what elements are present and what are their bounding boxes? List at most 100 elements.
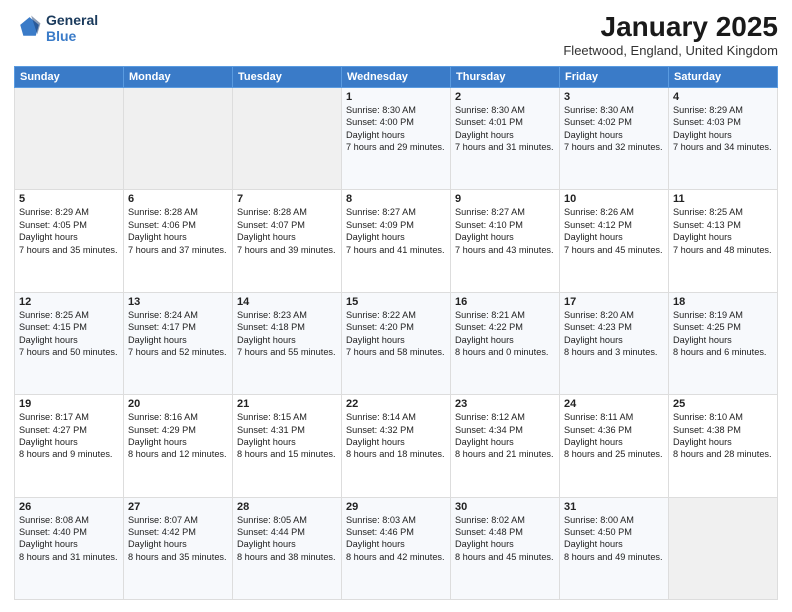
calendar-cell: 10Sunrise: 8:26 AMSunset: 4:12 PMDayligh… xyxy=(560,190,669,292)
calendar-cell: 15Sunrise: 8:22 AMSunset: 4:20 PMDayligh… xyxy=(342,292,451,394)
calendar-cell: 25Sunrise: 8:10 AMSunset: 4:38 PMDayligh… xyxy=(669,395,778,497)
day-info: Sunrise: 8:12 AMSunset: 4:34 PMDaylight … xyxy=(455,411,555,461)
calendar-cell: 29Sunrise: 8:03 AMSunset: 4:46 PMDayligh… xyxy=(342,497,451,599)
calendar-cell: 27Sunrise: 8:07 AMSunset: 4:42 PMDayligh… xyxy=(124,497,233,599)
calendar-cell: 11Sunrise: 8:25 AMSunset: 4:13 PMDayligh… xyxy=(669,190,778,292)
calendar-cell: 20Sunrise: 8:16 AMSunset: 4:29 PMDayligh… xyxy=(124,395,233,497)
day-info: Sunrise: 8:28 AMSunset: 4:07 PMDaylight … xyxy=(237,206,337,256)
day-info: Sunrise: 8:15 AMSunset: 4:31 PMDaylight … xyxy=(237,411,337,461)
col-header-monday: Monday xyxy=(124,66,233,87)
day-number: 22 xyxy=(346,398,446,410)
calendar-page: General Blue January 2025 Fleetwood, Eng… xyxy=(0,0,792,612)
day-info: Sunrise: 8:24 AMSunset: 4:17 PMDaylight … xyxy=(128,309,228,359)
day-number: 29 xyxy=(346,501,446,513)
calendar-cell: 19Sunrise: 8:17 AMSunset: 4:27 PMDayligh… xyxy=(15,395,124,497)
logo-icon xyxy=(14,14,42,42)
day-number: 4 xyxy=(673,91,773,103)
day-number: 7 xyxy=(237,193,337,205)
day-info: Sunrise: 8:08 AMSunset: 4:40 PMDaylight … xyxy=(19,514,119,564)
title-block: January 2025 Fleetwood, England, United … xyxy=(563,12,778,58)
calendar-cell: 30Sunrise: 8:02 AMSunset: 4:48 PMDayligh… xyxy=(451,497,560,599)
day-info: Sunrise: 8:02 AMSunset: 4:48 PMDaylight … xyxy=(455,514,555,564)
calendar-cell: 7Sunrise: 8:28 AMSunset: 4:07 PMDaylight… xyxy=(233,190,342,292)
day-info: Sunrise: 8:07 AMSunset: 4:42 PMDaylight … xyxy=(128,514,228,564)
calendar-cell: 18Sunrise: 8:19 AMSunset: 4:25 PMDayligh… xyxy=(669,292,778,394)
day-number: 5 xyxy=(19,193,119,205)
day-number: 2 xyxy=(455,91,555,103)
day-info: Sunrise: 8:22 AMSunset: 4:20 PMDaylight … xyxy=(346,309,446,359)
day-info: Sunrise: 8:17 AMSunset: 4:27 PMDaylight … xyxy=(19,411,119,461)
calendar-cell: 21Sunrise: 8:15 AMSunset: 4:31 PMDayligh… xyxy=(233,395,342,497)
day-info: Sunrise: 8:16 AMSunset: 4:29 PMDaylight … xyxy=(128,411,228,461)
day-info: Sunrise: 8:00 AMSunset: 4:50 PMDaylight … xyxy=(564,514,664,564)
day-number: 27 xyxy=(128,501,228,513)
day-number: 31 xyxy=(564,501,664,513)
day-info: Sunrise: 8:23 AMSunset: 4:18 PMDaylight … xyxy=(237,309,337,359)
day-number: 13 xyxy=(128,296,228,308)
calendar-cell: 22Sunrise: 8:14 AMSunset: 4:32 PMDayligh… xyxy=(342,395,451,497)
day-info: Sunrise: 8:21 AMSunset: 4:22 PMDaylight … xyxy=(455,309,555,359)
calendar-cell: 4Sunrise: 8:29 AMSunset: 4:03 PMDaylight… xyxy=(669,87,778,189)
day-number: 30 xyxy=(455,501,555,513)
logo-text: General Blue xyxy=(46,12,98,44)
day-info: Sunrise: 8:03 AMSunset: 4:46 PMDaylight … xyxy=(346,514,446,564)
calendar-cell xyxy=(669,497,778,599)
day-number: 8 xyxy=(346,193,446,205)
location: Fleetwood, England, United Kingdom xyxy=(563,43,778,58)
day-info: Sunrise: 8:26 AMSunset: 4:12 PMDaylight … xyxy=(564,206,664,256)
calendar-cell: 28Sunrise: 8:05 AMSunset: 4:44 PMDayligh… xyxy=(233,497,342,599)
day-info: Sunrise: 8:27 AMSunset: 4:09 PMDaylight … xyxy=(346,206,446,256)
calendar-cell xyxy=(233,87,342,189)
calendar-cell: 23Sunrise: 8:12 AMSunset: 4:34 PMDayligh… xyxy=(451,395,560,497)
day-number: 26 xyxy=(19,501,119,513)
day-info: Sunrise: 8:30 AMSunset: 4:01 PMDaylight … xyxy=(455,104,555,154)
day-info: Sunrise: 8:14 AMSunset: 4:32 PMDaylight … xyxy=(346,411,446,461)
day-info: Sunrise: 8:05 AMSunset: 4:44 PMDaylight … xyxy=(237,514,337,564)
day-info: Sunrise: 8:28 AMSunset: 4:06 PMDaylight … xyxy=(128,206,228,256)
day-info: Sunrise: 8:11 AMSunset: 4:36 PMDaylight … xyxy=(564,411,664,461)
calendar-cell: 6Sunrise: 8:28 AMSunset: 4:06 PMDaylight… xyxy=(124,190,233,292)
calendar-cell xyxy=(15,87,124,189)
month-title: January 2025 xyxy=(563,12,778,43)
day-number: 14 xyxy=(237,296,337,308)
calendar-cell: 24Sunrise: 8:11 AMSunset: 4:36 PMDayligh… xyxy=(560,395,669,497)
day-number: 11 xyxy=(673,193,773,205)
calendar-cell: 1Sunrise: 8:30 AMSunset: 4:00 PMDaylight… xyxy=(342,87,451,189)
day-number: 10 xyxy=(564,193,664,205)
day-info: Sunrise: 8:19 AMSunset: 4:25 PMDaylight … xyxy=(673,309,773,359)
day-number: 21 xyxy=(237,398,337,410)
calendar-cell: 2Sunrise: 8:30 AMSunset: 4:01 PMDaylight… xyxy=(451,87,560,189)
day-info: Sunrise: 8:25 AMSunset: 4:13 PMDaylight … xyxy=(673,206,773,256)
col-header-thursday: Thursday xyxy=(451,66,560,87)
day-info: Sunrise: 8:10 AMSunset: 4:38 PMDaylight … xyxy=(673,411,773,461)
calendar-cell: 14Sunrise: 8:23 AMSunset: 4:18 PMDayligh… xyxy=(233,292,342,394)
col-header-sunday: Sunday xyxy=(15,66,124,87)
day-number: 28 xyxy=(237,501,337,513)
calendar-cell: 31Sunrise: 8:00 AMSunset: 4:50 PMDayligh… xyxy=(560,497,669,599)
col-header-wednesday: Wednesday xyxy=(342,66,451,87)
day-number: 6 xyxy=(128,193,228,205)
day-number: 19 xyxy=(19,398,119,410)
calendar-cell xyxy=(124,87,233,189)
calendar-table: SundayMondayTuesdayWednesdayThursdayFrid… xyxy=(14,66,778,600)
day-number: 15 xyxy=(346,296,446,308)
day-number: 17 xyxy=(564,296,664,308)
day-number: 1 xyxy=(346,91,446,103)
calendar-cell: 9Sunrise: 8:27 AMSunset: 4:10 PMDaylight… xyxy=(451,190,560,292)
day-info: Sunrise: 8:29 AMSunset: 4:03 PMDaylight … xyxy=(673,104,773,154)
day-info: Sunrise: 8:30 AMSunset: 4:00 PMDaylight … xyxy=(346,104,446,154)
calendar-cell: 5Sunrise: 8:29 AMSunset: 4:05 PMDaylight… xyxy=(15,190,124,292)
day-info: Sunrise: 8:29 AMSunset: 4:05 PMDaylight … xyxy=(19,206,119,256)
logo: General Blue xyxy=(14,12,98,44)
day-number: 16 xyxy=(455,296,555,308)
day-info: Sunrise: 8:30 AMSunset: 4:02 PMDaylight … xyxy=(564,104,664,154)
day-number: 24 xyxy=(564,398,664,410)
day-number: 23 xyxy=(455,398,555,410)
day-number: 9 xyxy=(455,193,555,205)
calendar-cell: 13Sunrise: 8:24 AMSunset: 4:17 PMDayligh… xyxy=(124,292,233,394)
day-number: 12 xyxy=(19,296,119,308)
day-number: 3 xyxy=(564,91,664,103)
day-number: 25 xyxy=(673,398,773,410)
day-info: Sunrise: 8:25 AMSunset: 4:15 PMDaylight … xyxy=(19,309,119,359)
day-number: 18 xyxy=(673,296,773,308)
